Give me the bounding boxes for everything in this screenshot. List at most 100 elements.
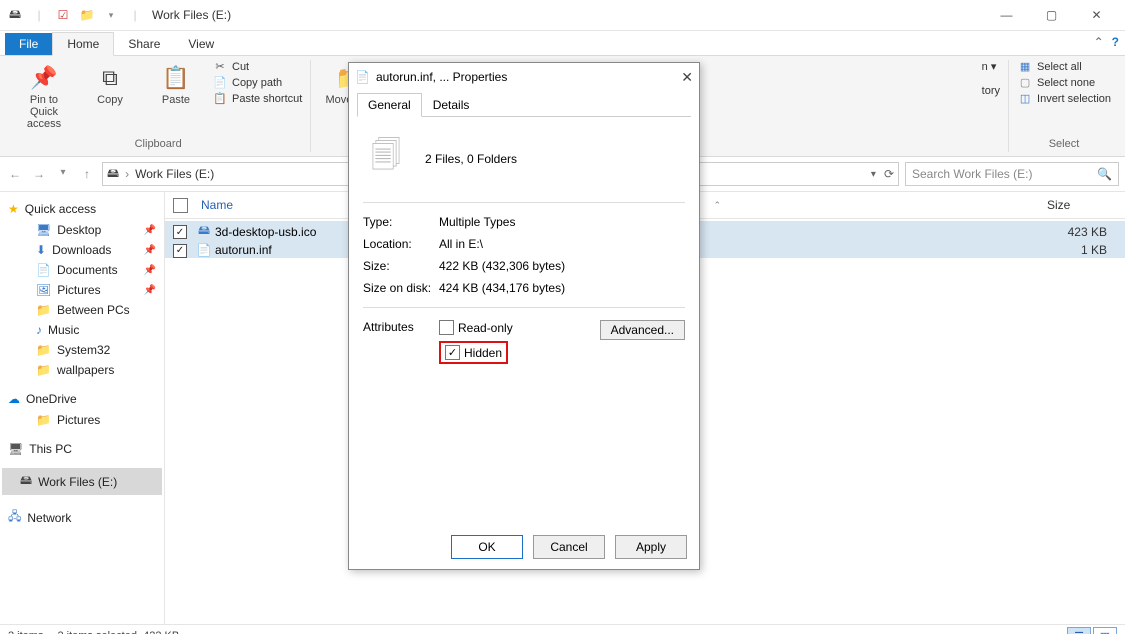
tab-home[interactable]: Home [52,32,114,56]
nav-drive-workfiles[interactable]: 🖴Work Files (E:) [2,468,162,495]
value-location: All in E:\ [439,237,685,251]
invert-selection-button[interactable]: ◫Invert selection [1017,92,1111,105]
open-partial-2[interactable]: tory [982,85,1000,97]
cancel-button[interactable]: Cancel [533,535,605,559]
ok-button[interactable]: OK [451,535,523,559]
nav-onedrive-pictures[interactable]: 📁Pictures [2,410,162,430]
pin-icon: 📌 [30,62,57,94]
minimize-button[interactable]: — [984,1,1029,29]
pc-icon: 🖥 [8,442,23,456]
qat-folder-icon[interactable]: 📁 [78,6,96,24]
address-dropdown-icon[interactable]: ▾ [871,169,876,180]
dialog-title: autorun.inf, ... Properties [376,70,507,84]
cut-icon: ✂ [212,60,228,73]
sort-indicator-icon: ⌃ [713,200,721,211]
tab-view[interactable]: View [174,33,228,55]
ribbon-collapse-icon[interactable]: ⌃ [1094,35,1104,49]
label-location: Location: [363,237,439,251]
pin-quick-access-button[interactable]: 📌 Pin to Quick access [14,60,74,132]
qat-separator: | [30,6,48,24]
select-all-checkbox[interactable] [173,198,188,213]
readonly-checkbox-row[interactable]: Read-only [439,320,600,335]
maximize-button[interactable]: ▢ [1029,1,1074,29]
pictures-icon: 🖼 [36,283,51,297]
readonly-checkbox[interactable] [439,320,454,335]
copy-path-icon: 📄 [212,76,228,89]
apply-button[interactable]: Apply [615,535,687,559]
nav-recent-button[interactable]: ▾ [54,167,72,181]
copy-path-button[interactable]: 📄Copy path [212,76,302,89]
nav-between-pcs[interactable]: 📁Between PCs [2,300,162,320]
qat-dropdown-icon[interactable]: ▾ [102,6,120,24]
nav-network[interactable]: 🖧Network [2,503,162,532]
dialog-close-button[interactable]: ✕ [681,69,693,86]
select-all-button[interactable]: ▦Select all [1017,60,1111,73]
ribbon-group-open-partial: n ▾ tory [980,60,1009,152]
window-titlebar: 🖴 | ☑ 📁 ▾ | Work Files (E:) — ▢ ✕ [0,0,1125,31]
nav-pictures[interactable]: 🖼Pictures📌 [2,280,162,300]
value-size: 422 KB (432,306 bytes) [439,259,685,273]
status-selection: 2 items selected 422 KB [57,630,179,634]
pin-icon: 📌 [144,245,156,256]
file-checkbox[interactable]: ✓ [173,225,187,239]
files-stack-icon: 🗐 [371,133,401,184]
label-size: Size: [363,259,439,273]
drive-icon: 🖴 [20,471,32,492]
value-size-on-disk: 424 KB (434,176 bytes) [439,281,685,295]
qat-properties-icon[interactable]: ☑ [54,6,72,24]
nav-forward-button[interactable]: → [30,167,48,181]
nav-documents[interactable]: 📄Documents📌 [2,260,162,280]
invert-selection-icon: ◫ [1017,92,1033,105]
copy-button[interactable]: ⧉ Copy [80,60,140,108]
documents-icon: 📄 [36,263,51,277]
file-icon: 📄 [195,243,213,257]
view-icons-button[interactable]: ▦ [1093,627,1117,634]
nav-up-button[interactable]: ↑ [78,167,96,181]
paste-button[interactable]: 📋 Paste [146,60,206,108]
open-partial-1[interactable]: n ▾ [982,60,1000,73]
nav-downloads[interactable]: ⬇Downloads📌 [2,240,162,260]
pin-icon: 📌 [144,265,156,276]
status-bar: 2 items 2 items selected 422 KB ☰ ▦ [0,624,1125,634]
close-button[interactable]: ✕ [1074,1,1119,29]
label-attributes: Attributes [363,320,439,334]
select-none-button[interactable]: ▢Select none [1017,76,1111,89]
qat-separator2: | [126,6,144,24]
tab-share[interactable]: Share [114,33,174,55]
tab-general[interactable]: General [357,93,422,117]
nav-wallpapers[interactable]: 📁wallpapers [2,360,162,380]
search-placeholder: Search Work Files (E:) [912,167,1032,181]
label-size-on-disk: Size on disk: [363,281,439,295]
address-path: Work Files (E:) [135,167,214,181]
nav-system32[interactable]: 📁System32 [2,340,162,360]
star-icon: ★ [8,202,19,216]
dialog-summary: 2 Files, 0 Folders [425,152,517,166]
dialog-tabs: General Details [357,93,691,117]
refresh-button[interactable]: ⟳ [884,167,894,181]
nav-desktop[interactable]: 🖥Desktop📌 [2,220,162,240]
paste-shortcut-button[interactable]: 📋Paste shortcut [212,92,302,105]
nav-back-button[interactable]: ← [6,167,24,181]
tab-file[interactable]: File [5,33,52,55]
folder-icon: 📁 [36,343,51,357]
ribbon-tabs: File Home Share View ⌃ ? [0,31,1125,56]
music-icon: ♪ [36,323,42,337]
file-size: 423 KB [1037,225,1125,239]
advanced-button[interactable]: Advanced... [600,320,685,340]
view-details-button[interactable]: ☰ [1067,627,1091,634]
nav-this-pc[interactable]: 🖥This PC [2,438,162,460]
nav-quick-access[interactable]: ★Quick access [2,198,162,220]
search-input[interactable]: Search Work Files (E:) 🔍 [905,162,1119,186]
column-size[interactable]: Size [1037,192,1125,218]
nav-onedrive[interactable]: ☁OneDrive [2,388,162,410]
hidden-checkbox[interactable]: ✓ [445,345,460,360]
search-icon: 🔍 [1097,167,1112,181]
cut-button[interactable]: ✂Cut [212,60,302,73]
navigation-pane: ★Quick access 🖥Desktop📌 ⬇Downloads📌 📄Doc… [0,192,165,624]
tab-details[interactable]: Details [422,93,481,117]
dialog-icon: 📄 [355,70,370,84]
file-size: 1 KB [1037,243,1125,257]
nav-music[interactable]: ♪Music [2,320,162,340]
file-checkbox[interactable]: ✓ [173,244,187,258]
help-icon[interactable]: ? [1112,35,1119,49]
